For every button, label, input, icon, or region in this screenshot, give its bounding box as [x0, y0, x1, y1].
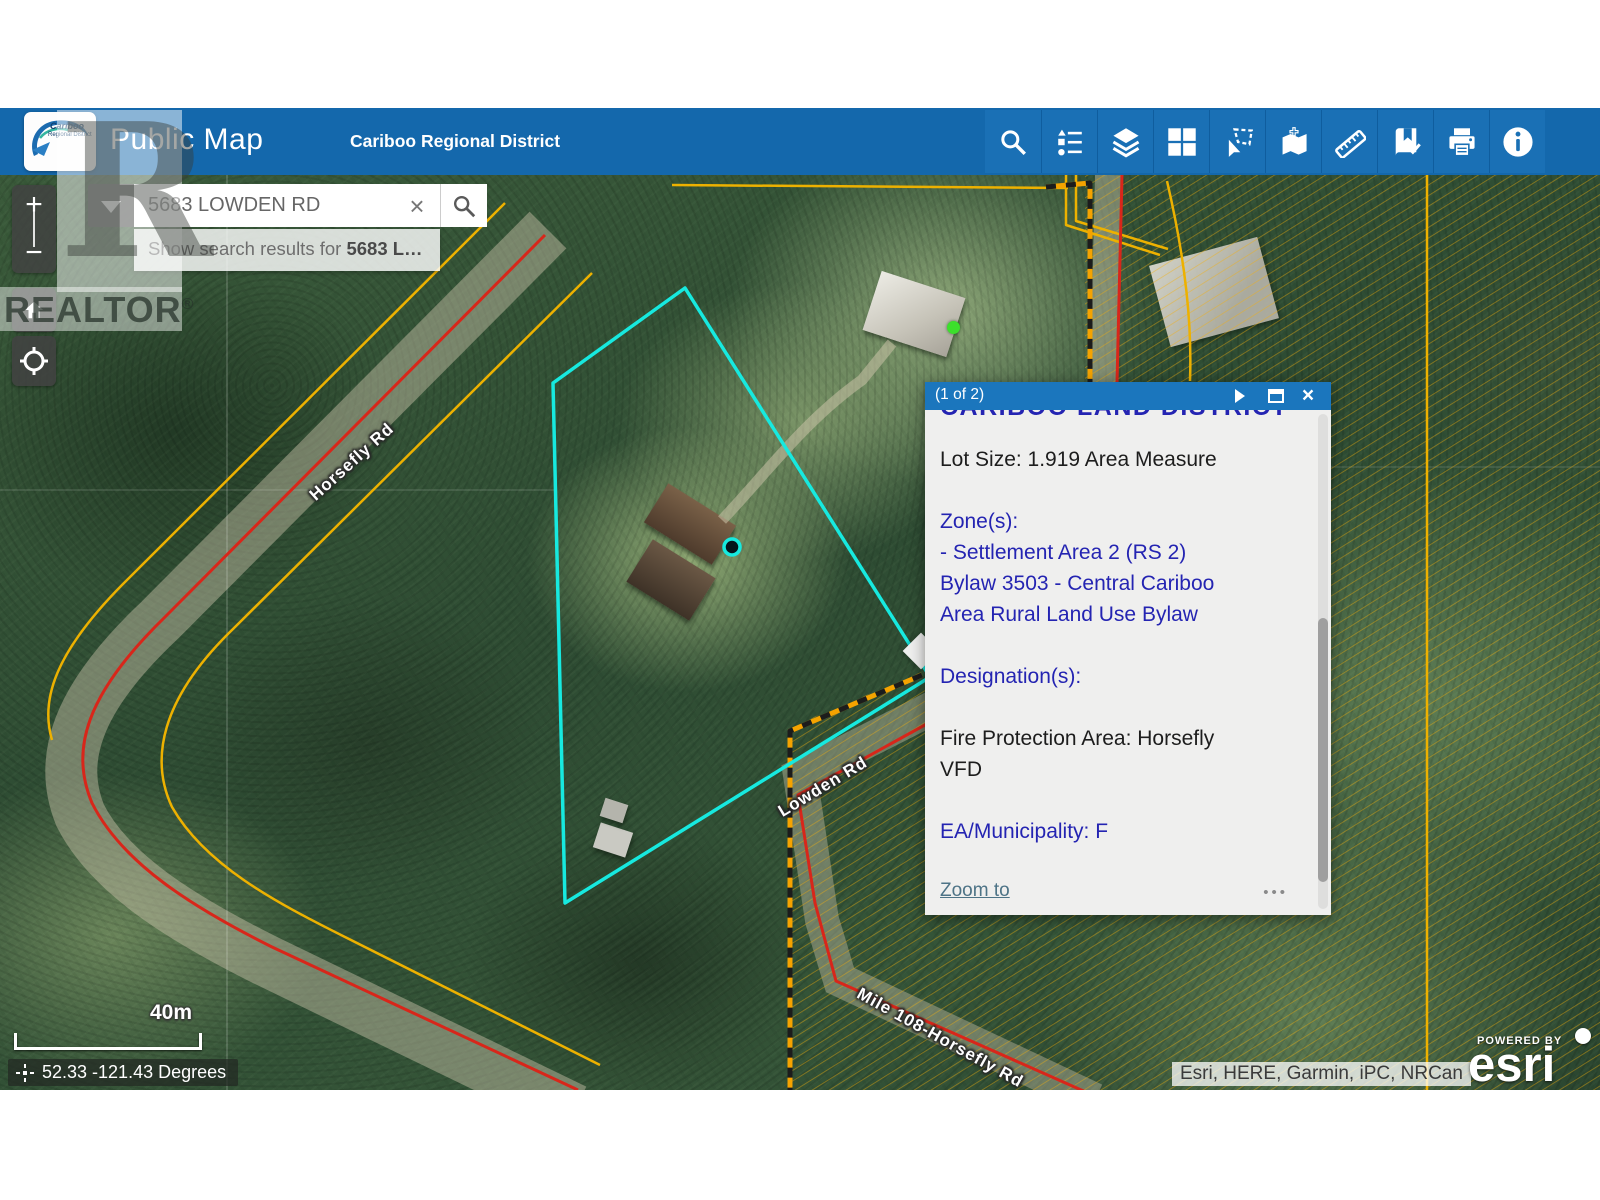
search-input[interactable] [134, 184, 440, 227]
search-icon [451, 193, 477, 219]
search-icon [998, 127, 1028, 157]
popup-next-feature-button[interactable] [1227, 385, 1253, 407]
popup-close-button[interactable]: × [1295, 385, 1321, 407]
horsefly-road-surface [71, 230, 575, 1090]
coordinate-readout: 52.33 -121.43 Degrees [8, 1059, 238, 1086]
popup-footer: Zoom to ••• [940, 880, 1316, 906]
add-data-icon [1278, 126, 1310, 158]
print-icon [1446, 126, 1478, 158]
logo-text-line1: Cariboo [50, 121, 84, 131]
chevron-down-icon [101, 201, 121, 213]
toolbar-measure-button[interactable] [1321, 110, 1377, 173]
crosshair-icon [16, 1064, 34, 1082]
parcel-and-road-linework [0, 175, 1600, 1090]
next-arrow-icon [1234, 389, 1246, 403]
home-icon [23, 299, 45, 321]
search-submit-button[interactable] [440, 184, 487, 227]
crd-logo: Cariboo Regional District [24, 112, 96, 171]
suggestion-term: 5683 L… [346, 238, 422, 259]
home-extent-button[interactable] [12, 288, 56, 332]
popup-scrollbar-thumb[interactable] [1318, 618, 1328, 882]
search-suggestion-item[interactable]: Show search results for 5683 L… [134, 229, 440, 271]
public-map-app: Horsefly Rd Lowden Rd Mile 108-Horsefly … [0, 0, 1600, 1200]
app-header: Cariboo Regional District Public Map Car… [0, 108, 1600, 175]
zone-block: Zone(s): - Settlement Area 2 (RS 2) Byla… [940, 506, 1301, 630]
selected-point-marker [724, 539, 740, 555]
esri-logo: esri [1468, 1037, 1555, 1090]
scalebar-label: 40m [150, 1001, 192, 1025]
toolbar-basemap-button[interactable] [1153, 110, 1209, 173]
toolbar-search-button[interactable] [985, 110, 1041, 173]
scalebar [14, 1033, 202, 1050]
layers-icon [1110, 126, 1142, 158]
search-source-dropdown[interactable] [88, 184, 134, 227]
zoom-out-button[interactable]: − [12, 233, 56, 273]
esri-globe-dot [1575, 1028, 1591, 1044]
fire-protection-block: Fire Protection Area: Horsefly VFD [940, 723, 1301, 785]
toolbar-legend-button[interactable] [1041, 110, 1097, 173]
toolbar-add-data-button[interactable] [1265, 110, 1321, 173]
popup-maximize-button[interactable] [1263, 385, 1289, 407]
driveway [722, 343, 892, 520]
locate-me-button[interactable] [12, 336, 56, 386]
toolbar-bookmarks-button[interactable] [1377, 110, 1433, 173]
search-result-marker [947, 321, 960, 334]
app-title: Public Map [110, 123, 263, 157]
toolbar-layers-button[interactable] [1097, 110, 1153, 173]
designation-line: Designation(s): [940, 661, 1301, 692]
toolbar-print-button[interactable] [1433, 110, 1489, 173]
bookmarks-icon [1390, 126, 1422, 158]
lot-size-line: Lot Size: 1.919 Area Measure [940, 444, 1301, 475]
logo-text-line2: Regional District [48, 132, 92, 138]
locate-crosshair-icon [19, 346, 49, 376]
map-attribution: Esri, HERE, Garmin, iPC, NRCan [1172, 1062, 1471, 1086]
search-clear-button[interactable]: × [400, 189, 434, 223]
info-icon [1501, 125, 1535, 159]
feature-popup: (1 of 2) × CARIBOO LAND DISTRICT Lot Siz… [925, 382, 1331, 915]
popup-pager: (1 of 2) [935, 386, 984, 404]
toolbar-info-button[interactable] [1489, 110, 1545, 173]
suggestion-prefix: Show search results for [148, 238, 346, 259]
legend-icon [1055, 127, 1085, 157]
select-cursor-icon [1222, 126, 1254, 158]
basemap-grid-icon [1166, 126, 1198, 158]
maximize-icon [1268, 389, 1284, 403]
toolbar-select-button[interactable] [1209, 110, 1265, 173]
organization-title: Cariboo Regional District [350, 131, 560, 152]
zoom-to-link[interactable]: Zoom to [940, 880, 1010, 902]
popup-header[interactable]: (1 of 2) × [925, 382, 1331, 410]
popup-body: CARIBOO LAND DISTRICT Lot Size: 1.919 Ar… [925, 410, 1331, 915]
more-options-button[interactable]: ••• [1263, 884, 1288, 901]
popup-clipped-title: CARIBOO LAND DISTRICT [940, 410, 1301, 423]
ea-municipality-line: EA/Municipality: F [940, 816, 1301, 847]
coordinates-text: 52.33 -121.43 Degrees [42, 1062, 226, 1082]
header-toolbar [985, 110, 1545, 173]
map-canvas[interactable]: Horsefly Rd Lowden Rd Mile 108-Horsefly … [0, 175, 1600, 1090]
measure-ruler-icon [1334, 126, 1366, 158]
zoom-control: + − [12, 185, 56, 273]
